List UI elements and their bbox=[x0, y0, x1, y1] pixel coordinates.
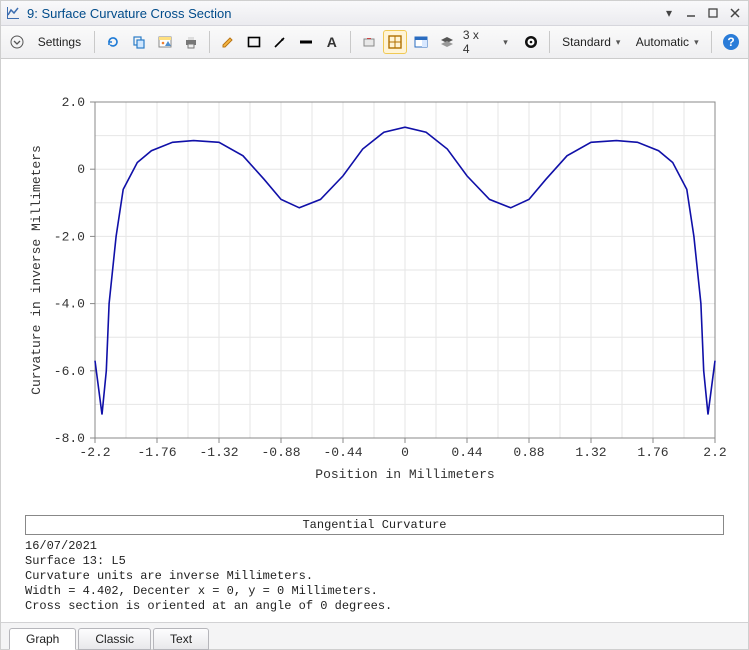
save-image-icon[interactable] bbox=[153, 30, 177, 54]
info-angle: Cross section is oriented at an angle of… bbox=[25, 599, 392, 613]
tab-text[interactable]: Text bbox=[153, 628, 209, 650]
svg-text:2.0: 2.0 bbox=[61, 95, 84, 110]
info-surface: Surface 13: L5 bbox=[25, 554, 126, 568]
rectangle-tool-icon[interactable] bbox=[242, 30, 266, 54]
settings-button[interactable]: Settings bbox=[31, 30, 88, 54]
separator bbox=[549, 31, 550, 53]
plot-container: -2.2 -1.76 -1.32 -0.88 -0.44 0 0.44 0.88 1.32 1.7… bbox=[1, 59, 748, 616]
arrow-tool-icon[interactable] bbox=[268, 30, 292, 54]
grid-size-label: 3 x 4 bbox=[461, 28, 491, 56]
svg-text:-2.2: -2.2 bbox=[79, 445, 110, 460]
svg-text:Curvature in inverse Millimete: Curvature in inverse Millimeters bbox=[29, 145, 44, 395]
svg-text:1.32: 1.32 bbox=[575, 445, 606, 460]
line-weight-icon[interactable] bbox=[294, 30, 318, 54]
automatic-label: Automatic bbox=[636, 35, 689, 49]
info-date: 16/07/2021 bbox=[25, 539, 97, 553]
chart-svg[interactable]: -2.2 -1.76 -1.32 -0.88 -0.44 0 0.44 0.88 1.32 1.7… bbox=[15, 88, 735, 488]
app-icon bbox=[5, 5, 21, 21]
minimize-icon[interactable] bbox=[682, 5, 700, 21]
svg-text:-4.0: -4.0 bbox=[53, 297, 84, 312]
tab-classic[interactable]: Classic bbox=[78, 628, 151, 650]
bottom-tabs: Graph Classic Text bbox=[1, 622, 748, 649]
svg-text:?: ? bbox=[728, 35, 735, 49]
svg-text:-1.76: -1.76 bbox=[137, 445, 176, 460]
fit-window-icon[interactable] bbox=[383, 30, 407, 54]
info-panel: 16/07/2021 Surface 13: L5 Curvature unit… bbox=[25, 539, 724, 614]
zoom-icon[interactable] bbox=[357, 30, 381, 54]
pencil-icon[interactable] bbox=[216, 30, 240, 54]
settings-label: Settings bbox=[38, 35, 81, 49]
maximize-icon[interactable] bbox=[704, 5, 722, 21]
copy-icon[interactable] bbox=[127, 30, 151, 54]
svg-text:-6.0: -6.0 bbox=[53, 364, 84, 379]
separator bbox=[350, 31, 351, 53]
help-icon[interactable]: ? bbox=[718, 30, 744, 54]
svg-text:-2.0: -2.0 bbox=[53, 229, 84, 244]
separator bbox=[209, 31, 210, 53]
target-icon[interactable] bbox=[519, 30, 543, 54]
svg-text:0: 0 bbox=[401, 445, 409, 460]
print-icon[interactable] bbox=[179, 30, 203, 54]
svg-text:1.76: 1.76 bbox=[637, 445, 668, 460]
automatic-dropdown[interactable]: Automatic▾ bbox=[629, 30, 705, 54]
tab-graph[interactable]: Graph bbox=[9, 628, 76, 650]
close-icon[interactable] bbox=[726, 5, 744, 21]
window-title: 9: Surface Curvature Cross Section bbox=[25, 6, 656, 21]
svg-text:-0.88: -0.88 bbox=[261, 445, 300, 460]
info-units: Curvature units are inverse Millimeters. bbox=[25, 569, 313, 583]
svg-text:-1.32: -1.32 bbox=[199, 445, 238, 460]
svg-text:-0.44: -0.44 bbox=[323, 445, 362, 460]
svg-text:0.88: 0.88 bbox=[513, 445, 544, 460]
toolbar: Settings A bbox=[1, 26, 748, 59]
grid-size-dropdown[interactable]: ▾ bbox=[493, 30, 517, 54]
legend-box: Tangential Curvature bbox=[25, 515, 724, 535]
svg-text:-8.0: -8.0 bbox=[53, 431, 84, 446]
separator bbox=[94, 31, 95, 53]
layers-icon[interactable] bbox=[435, 30, 459, 54]
svg-text:0: 0 bbox=[77, 162, 85, 177]
window-layout-icon[interactable] bbox=[409, 30, 433, 54]
expand-settings-button[interactable] bbox=[5, 30, 29, 54]
svg-text:Position in Millimeters: Position in Millimeters bbox=[315, 467, 494, 482]
legend-label: Tangential Curvature bbox=[302, 518, 446, 532]
info-width: Width = 4.402, Decenter x = 0, y = 0 Mil… bbox=[25, 584, 378, 598]
standard-label: Standard bbox=[562, 35, 611, 49]
svg-text:0.44: 0.44 bbox=[451, 445, 482, 460]
plot-svg-holder: -2.2 -1.76 -1.32 -0.88 -0.44 0 0.44 0.88 1.32 1.7… bbox=[13, 67, 736, 509]
refresh-icon[interactable] bbox=[101, 30, 125, 54]
text-tool-icon[interactable]: A bbox=[320, 30, 344, 54]
dropdown-icon[interactable]: ▾ bbox=[660, 5, 678, 21]
separator bbox=[711, 31, 712, 53]
svg-text:2.2: 2.2 bbox=[703, 445, 726, 460]
app-window: 9: Surface Curvature Cross Section ▾ Set… bbox=[0, 0, 749, 650]
standard-dropdown[interactable]: Standard▾ bbox=[556, 30, 628, 54]
titlebar: 9: Surface Curvature Cross Section ▾ bbox=[1, 1, 748, 26]
